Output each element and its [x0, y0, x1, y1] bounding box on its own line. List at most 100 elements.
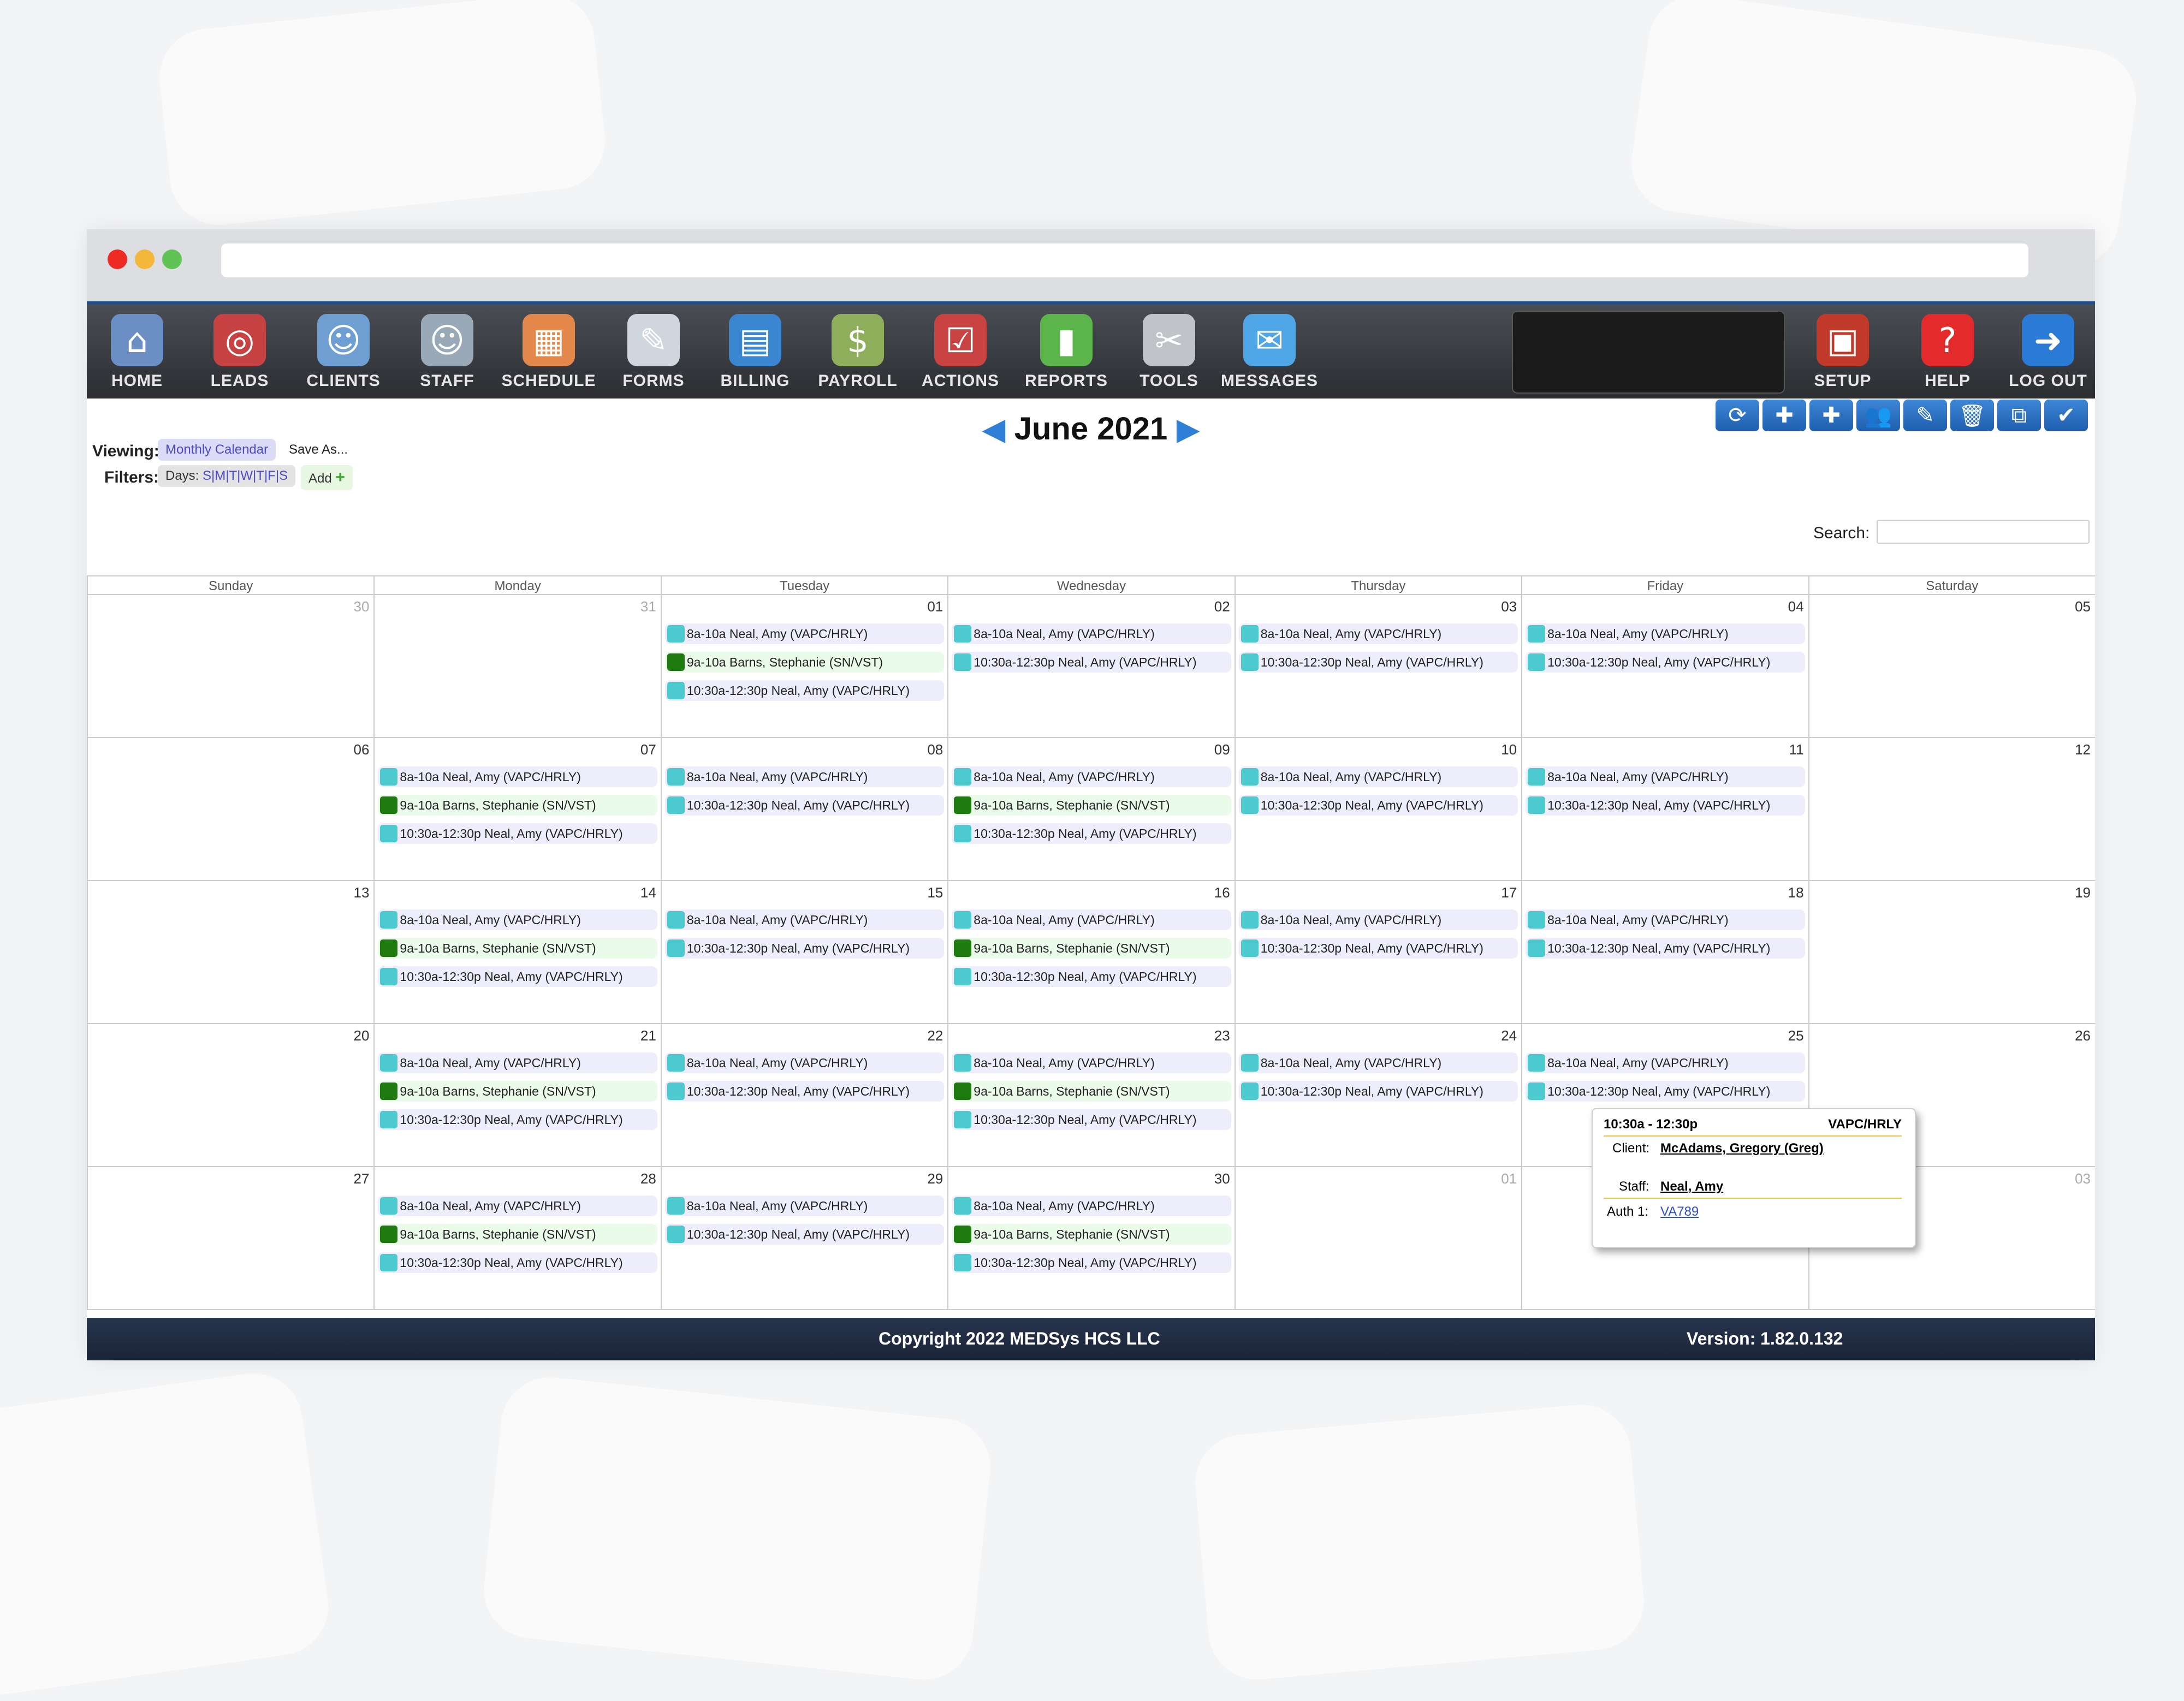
- close-window-dot[interactable]: [108, 249, 127, 269]
- toolbar-help-button[interactable]: ? HELP: [1898, 304, 1997, 399]
- day-cell[interactable]: 24 8a-10a Neal, Amy (VAPC/HRLY) 10:30a-12:…: [1234, 1024, 1522, 1167]
- toolbar-payroll-button[interactable]: $ PAYROLL: [809, 304, 907, 399]
- appointment-event[interactable]: 8a-10a Neal, Amy (VAPC/HRLY): [378, 1052, 657, 1073]
- appointment-event[interactable]: 8a-10a Neal, Amy (VAPC/HRLY): [952, 909, 1231, 930]
- appointment-event[interactable]: 9a-10a Barns, Stephanie (SN/VST): [378, 795, 657, 816]
- appointment-event[interactable]: 8a-10a Neal, Amy (VAPC/HRLY): [1238, 766, 1518, 787]
- day-cell[interactable]: 18 8a-10a Neal, Amy (VAPC/HRLY) 10:30a-12:…: [1521, 881, 1808, 1024]
- appointment-event[interactable]: 8a-10a Neal, Amy (VAPC/HRLY): [664, 766, 945, 787]
- toolbar-forms-button[interactable]: ✎ FORMS: [604, 304, 703, 399]
- appointment-event[interactable]: 10:30a-12:30p Neal, Amy (VAPC/HRLY): [1526, 652, 1805, 673]
- day-cell[interactable]: 30 8a-10a Neal, Amy (VAPC/HRLY) 9a-10a Bar…: [947, 1167, 1235, 1310]
- confirm-button[interactable]: ✔: [2044, 400, 2088, 431]
- appointment-event[interactable]: 10:30a-12:30p Neal, Amy (VAPC/HRLY): [1526, 938, 1805, 959]
- appointment-event[interactable]: 8a-10a Neal, Amy (VAPC/HRLY): [952, 623, 1231, 644]
- appointment-event[interactable]: 8a-10a Neal, Amy (VAPC/HRLY): [378, 1196, 657, 1216]
- day-cell[interactable]: 16 8a-10a Neal, Amy (VAPC/HRLY) 9a-10a Bar…: [947, 881, 1235, 1024]
- appointment-event[interactable]: 9a-10a Barns, Stephanie (SN/VST): [952, 1081, 1231, 1102]
- edit-button[interactable]: ✎: [1903, 400, 1947, 431]
- appointment-event[interactable]: 8a-10a Neal, Amy (VAPC/HRLY): [1526, 909, 1805, 930]
- appointment-event[interactable]: 8a-10a Neal, Amy (VAPC/HRLY): [1526, 623, 1805, 644]
- day-cell[interactable]: 09 8a-10a Neal, Amy (VAPC/HRLY) 9a-10a Bar…: [947, 738, 1235, 881]
- search-input[interactable]: [1877, 520, 2090, 544]
- toolbar-staff-button[interactable]: ☺ STAFF: [398, 304, 496, 399]
- refresh-button[interactable]: ⟳: [1716, 400, 1759, 431]
- appointment-event[interactable]: 10:30a-12:30p Neal, Amy (VAPC/HRLY): [952, 1252, 1231, 1273]
- toolbar-schedule-button[interactable]: ▦ SCHEDULE: [500, 304, 598, 399]
- toolbar-log-out-button[interactable]: ➜ LOG OUT: [1999, 304, 2097, 399]
- appointment-event[interactable]: 10:30a-12:30p Neal, Amy (VAPC/HRLY): [1526, 1081, 1805, 1102]
- appointment-event[interactable]: 10:30a-12:30p Neal, Amy (VAPC/HRLY): [664, 1081, 945, 1102]
- appointment-event[interactable]: 9a-10a Barns, Stephanie (SN/VST): [664, 652, 945, 673]
- day-cell[interactable]: 20: [87, 1024, 374, 1167]
- appointment-event[interactable]: 8a-10a Neal, Amy (VAPC/HRLY): [1238, 623, 1518, 644]
- plus-button[interactable]: ✚: [1762, 400, 1806, 431]
- prev-month-arrow-icon[interactable]: ◀: [982, 411, 1005, 447]
- appointment-event[interactable]: 8a-10a Neal, Amy (VAPC/HRLY): [1238, 909, 1518, 930]
- day-cell[interactable]: 21 8a-10a Neal, Amy (VAPC/HRLY) 9a-10a Bar…: [373, 1024, 661, 1167]
- appointment-event[interactable]: 10:30a-12:30p Neal, Amy (VAPC/HRLY): [952, 823, 1231, 844]
- appointment-event[interactable]: 8a-10a Neal, Amy (VAPC/HRLY): [1526, 1052, 1805, 1073]
- appointment-event[interactable]: 10:30a-12:30p Neal, Amy (VAPC/HRLY): [952, 652, 1231, 673]
- day-cell[interactable]: 23 8a-10a Neal, Amy (VAPC/HRLY) 9a-10a Bar…: [947, 1024, 1235, 1167]
- address-bar[interactable]: [221, 243, 2028, 277]
- day-cell[interactable]: 03 8a-10a Neal, Amy (VAPC/HRLY) 10:30a-12:…: [1234, 595, 1522, 738]
- toolbar-billing-button[interactable]: ▤ BILLING: [706, 304, 804, 399]
- day-cell[interactable]: 22 8a-10a Neal, Amy (VAPC/HRLY) 10:30a-12:…: [660, 1024, 948, 1167]
- appointment-event[interactable]: 10:30a-12:30p Neal, Amy (VAPC/HRLY): [378, 966, 657, 987]
- day-cell[interactable]: 14 8a-10a Neal, Amy (VAPC/HRLY) 9a-10a Bar…: [373, 881, 661, 1024]
- appointment-event[interactable]: 8a-10a Neal, Amy (VAPC/HRLY): [952, 766, 1231, 787]
- day-cell[interactable]: 08 8a-10a Neal, Amy (VAPC/HRLY) 10:30a-12:…: [660, 738, 948, 881]
- appointment-event[interactable]: 10:30a-12:30p Neal, Amy (VAPC/HRLY): [1238, 938, 1518, 959]
- toolbar-messages-button[interactable]: ✉ MESSAGES: [1220, 304, 1319, 399]
- appointment-event[interactable]: 10:30a-12:30p Neal, Amy (VAPC/HRLY): [664, 795, 945, 816]
- appointment-event[interactable]: 10:30a-12:30p Neal, Amy (VAPC/HRLY): [952, 1109, 1231, 1130]
- toolbar-leads-button[interactable]: ◎ LEADS: [191, 304, 289, 399]
- appointment-event[interactable]: 10:30a-12:30p Neal, Amy (VAPC/HRLY): [1526, 795, 1805, 816]
- add-multiple-button[interactable]: ✚: [1809, 400, 1853, 431]
- day-cell[interactable]: 01 8a-10a Neal, Amy (VAPC/HRLY) 9a-10a Bar…: [660, 595, 948, 738]
- day-cell[interactable]: 28 8a-10a Neal, Amy (VAPC/HRLY) 9a-10a Bar…: [373, 1167, 661, 1310]
- day-cell[interactable]: 15 8a-10a Neal, Amy (VAPC/HRLY) 10:30a-12:…: [660, 881, 948, 1024]
- days-filter[interactable]: Days: S|M|T|W|T|F|S: [158, 465, 296, 487]
- day-cell[interactable]: 11 8a-10a Neal, Amy (VAPC/HRLY) 10:30a-12:…: [1521, 738, 1808, 881]
- toolbar-reports-button[interactable]: ▮ REPORTS: [1017, 304, 1115, 399]
- day-cell[interactable]: 05: [1808, 595, 2095, 738]
- copy-button[interactable]: ⧉: [1997, 400, 2041, 431]
- toolbar-clients-button[interactable]: ☺ CLIENTS: [294, 304, 393, 399]
- appointment-event[interactable]: 10:30a-12:30p Neal, Amy (VAPC/HRLY): [1238, 652, 1518, 673]
- toolbar-tools-button[interactable]: ✂ TOOLS: [1120, 304, 1218, 399]
- day-cell[interactable]: 02 8a-10a Neal, Amy (VAPC/HRLY) 10:30a-12:…: [947, 595, 1235, 738]
- day-cell[interactable]: 01: [1234, 1167, 1522, 1310]
- appointment-event[interactable]: 9a-10a Barns, Stephanie (SN/VST): [952, 795, 1231, 816]
- day-cell[interactable]: 04 8a-10a Neal, Amy (VAPC/HRLY) 10:30a-12:…: [1521, 595, 1808, 738]
- day-cell[interactable]: 19: [1808, 881, 2095, 1024]
- appointment-event[interactable]: 9a-10a Barns, Stephanie (SN/VST): [378, 938, 657, 959]
- day-cell[interactable]: 12: [1808, 738, 2095, 881]
- appointment-event[interactable]: 8a-10a Neal, Amy (VAPC/HRLY): [378, 909, 657, 930]
- maximize-window-dot[interactable]: [162, 249, 182, 269]
- appointment-event[interactable]: 9a-10a Barns, Stephanie (SN/VST): [378, 1081, 657, 1102]
- appointment-event[interactable]: 10:30a-12:30p Neal, Amy (VAPC/HRLY): [378, 1109, 657, 1130]
- day-cell[interactable]: 13: [87, 881, 374, 1024]
- appointment-event[interactable]: 9a-10a Barns, Stephanie (SN/VST): [952, 1224, 1231, 1245]
- appointment-event[interactable]: 8a-10a Neal, Amy (VAPC/HRLY): [664, 1196, 945, 1216]
- day-cell[interactable]: 30: [87, 595, 374, 738]
- appointment-event[interactable]: 8a-10a Neal, Amy (VAPC/HRLY): [1238, 1052, 1518, 1073]
- appointment-event[interactable]: 10:30a-12:30p Neal, Amy (VAPC/HRLY): [1238, 795, 1518, 816]
- appointment-event[interactable]: 10:30a-12:30p Neal, Amy (VAPC/HRLY): [952, 966, 1231, 987]
- toolbar-home-button[interactable]: ⌂ HOME: [88, 304, 186, 399]
- appointment-event[interactable]: 8a-10a Neal, Amy (VAPC/HRLY): [664, 623, 945, 644]
- next-month-arrow-icon[interactable]: ▶: [1177, 411, 1200, 447]
- trash-button[interactable]: 🗑: [1950, 400, 1994, 431]
- appointment-event[interactable]: 10:30a-12:30p Neal, Amy (VAPC/HRLY): [1238, 1081, 1518, 1102]
- day-cell[interactable]: 06: [87, 738, 374, 881]
- day-cell[interactable]: 10 8a-10a Neal, Amy (VAPC/HRLY) 10:30a-12:…: [1234, 738, 1522, 881]
- day-cell[interactable]: 17 8a-10a Neal, Amy (VAPC/HRLY) 10:30a-12:…: [1234, 881, 1522, 1024]
- save-as-link[interactable]: Save As...: [281, 439, 355, 461]
- appointment-event[interactable]: 10:30a-12:30p Neal, Amy (VAPC/HRLY): [378, 1252, 657, 1273]
- appointment-event[interactable]: 10:30a-12:30p Neal, Amy (VAPC/HRLY): [378, 823, 657, 844]
- appointment-event[interactable]: 10:30a-12:30p Neal, Amy (VAPC/HRLY): [664, 938, 945, 959]
- appointment-event[interactable]: 8a-10a Neal, Amy (VAPC/HRLY): [664, 1052, 945, 1073]
- popup-auth-link[interactable]: VA789: [1660, 1204, 1699, 1220]
